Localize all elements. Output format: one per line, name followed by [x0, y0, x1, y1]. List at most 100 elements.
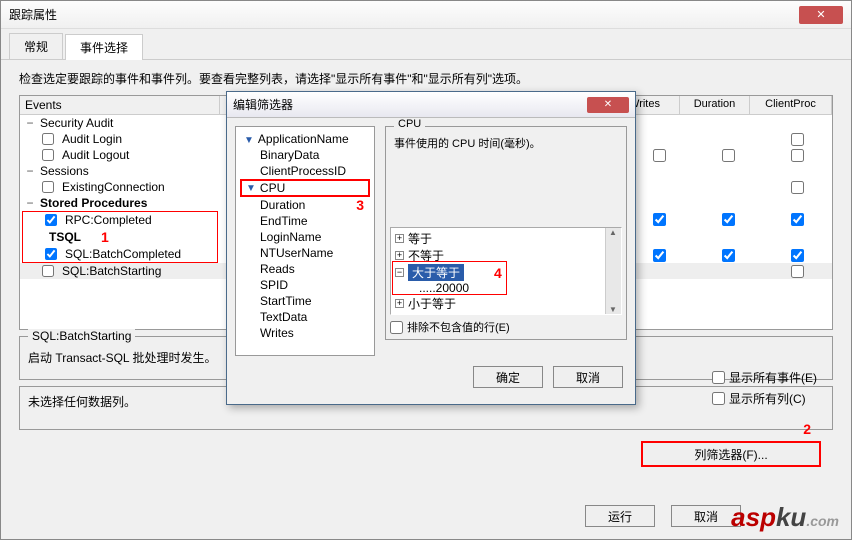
label-sessions: Sessions	[36, 164, 89, 178]
run-button[interactable]: 运行	[585, 505, 655, 527]
tree-eq[interactable]: +等于	[393, 230, 619, 247]
checkbox-show-all-cols[interactable]	[712, 392, 725, 405]
show-all-cols-option[interactable]: 显示所有列(C)	[712, 390, 817, 407]
collapse-icon[interactable]: −	[24, 196, 36, 210]
filter-dialog: 编辑筛选器 ✕ ▼ApplicationName BinaryData Clie…	[226, 91, 636, 405]
col-duration[interactable]: Duration	[680, 96, 750, 114]
tree-lte[interactable]: +小于等于	[393, 295, 619, 312]
list-item[interactable]: ClientProcessID	[240, 163, 370, 179]
unselected-text: 未选择任何数据列。	[28, 395, 136, 409]
tree-neq[interactable]: +不等于	[393, 247, 619, 264]
list-item[interactable]: TextData	[240, 309, 370, 325]
gte-label: 大于等于	[408, 264, 464, 281]
cancel-label: 取消	[576, 369, 600, 386]
funnel-icon: ▼	[244, 135, 254, 146]
row-tsql[interactable]: TSQL 1	[23, 228, 217, 246]
list-item[interactable]: EndTime	[240, 213, 370, 229]
list-item[interactable]: StartTime	[240, 293, 370, 309]
tab-general-label: 常规	[24, 40, 48, 54]
row-rpc-completed[interactable]: RPC:Completed	[23, 212, 217, 228]
chk[interactable]	[722, 149, 735, 162]
list-item[interactable]: Duration3	[240, 197, 370, 213]
chk[interactable]	[653, 213, 666, 226]
filter-tree[interactable]: +等于 +不等于 −大于等于4 .....20000 +小于等于	[390, 227, 622, 315]
checkbox-audit-login[interactable]	[42, 133, 54, 145]
list-item[interactable]: ▼ApplicationName	[240, 131, 370, 147]
gte-value: 20000	[436, 281, 469, 295]
label-audit-login: Audit Login	[58, 132, 122, 146]
col-events[interactable]: Events	[20, 96, 220, 114]
close-icon[interactable]: ✕	[799, 6, 843, 24]
checkbox-exclude[interactable]	[390, 321, 403, 334]
checkbox-show-all-events[interactable]	[712, 371, 725, 384]
list-item[interactable]: SPID	[240, 277, 370, 293]
exclude-label: 排除不包含值的行(E)	[407, 319, 510, 335]
checkbox-audit-logout[interactable]	[42, 149, 54, 161]
column-filter-button[interactable]: 列筛选器(F)...	[641, 441, 821, 467]
tab-events[interactable]: 事件选择	[65, 34, 143, 60]
label-show-all-cols: 显示所有列(C)	[729, 390, 806, 407]
main-window: 跟踪属性 ✕ 常规 事件选择 检查选定要跟踪的事件和事件列。要查看完整列表，请选…	[0, 0, 852, 540]
annotation-2: 2	[803, 421, 811, 437]
watermark: aspku.com	[731, 502, 839, 533]
right-options: 显示所有事件(E) 显示所有列(C)	[712, 369, 817, 407]
dialog-right: CPU 事件使用的 CPU 时间(毫秒)。 +等于 +不等于 −大于等于4 ..…	[385, 126, 627, 356]
chk[interactable]	[791, 149, 804, 162]
ok-label: 确定	[496, 369, 520, 386]
window-title: 跟踪属性	[9, 6, 57, 23]
filter-column-list[interactable]: ▼ApplicationName BinaryData ClientProces…	[235, 126, 375, 356]
collapse-icon[interactable]: −	[395, 268, 404, 277]
chk[interactable]	[653, 149, 666, 162]
dialog-buttons: 确定 取消	[227, 364, 635, 396]
dialog-titlebar: 编辑筛选器 ✕	[227, 92, 635, 118]
expand-icon[interactable]: +	[395, 251, 404, 260]
tree-gte-value[interactable]: .....20000	[393, 281, 619, 295]
label-audit-logout: Audit Logout	[58, 148, 129, 162]
filter-desc: 事件使用的 CPU 时间(毫秒)。	[390, 131, 622, 227]
chk[interactable]	[653, 249, 666, 262]
chk[interactable]	[791, 249, 804, 262]
checkbox-rpc-completed[interactable]	[45, 214, 57, 226]
label-tsql: TSQL	[45, 230, 81, 244]
label-stored-procs: Stored Procedures	[36, 196, 147, 210]
col-clientproc[interactable]: ClientProc	[750, 96, 832, 114]
label-show-all-events: 显示所有事件(E)	[729, 369, 817, 386]
chk[interactable]	[791, 265, 804, 278]
chk[interactable]	[791, 181, 804, 194]
tab-events-label: 事件选择	[80, 41, 128, 55]
titlebar: 跟踪属性 ✕	[1, 1, 851, 29]
list-item[interactable]: Reads	[240, 261, 370, 277]
label-sql-batch-starting: SQL:BatchStarting	[58, 264, 161, 278]
collapse-icon[interactable]: −	[24, 164, 36, 178]
tabs: 常规 事件选择	[1, 29, 851, 60]
tab-general[interactable]: 常规	[9, 33, 63, 59]
collapse-icon[interactable]: −	[24, 116, 36, 130]
list-item[interactable]: Writes	[240, 325, 370, 341]
list-item[interactable]: NTUserName	[240, 245, 370, 261]
list-item[interactable]: LoginName	[240, 229, 370, 245]
cancel-button[interactable]: 取消	[553, 366, 623, 388]
expand-icon[interactable]: +	[395, 299, 404, 308]
chk[interactable]	[791, 133, 804, 146]
row-sql-batch-completed[interactable]: SQL:BatchCompleted	[23, 246, 217, 262]
list-item[interactable]: BinaryData	[240, 147, 370, 163]
checkbox-sql-batch-starting[interactable]	[42, 265, 54, 277]
dialog-close-icon[interactable]: ✕	[587, 97, 629, 113]
chk[interactable]	[791, 213, 804, 226]
show-all-events-option[interactable]: 显示所有事件(E)	[712, 369, 817, 386]
chk[interactable]	[722, 213, 735, 226]
dialog-body: ▼ApplicationName BinaryData ClientProces…	[227, 118, 635, 364]
tree-gte[interactable]: −大于等于4	[393, 264, 619, 281]
annotation-1: 1	[101, 229, 109, 245]
exclude-row[interactable]: 排除不包含值的行(E)	[390, 319, 622, 335]
funnel-icon: ▼	[246, 183, 256, 194]
dialog-title: 编辑筛选器	[233, 96, 293, 113]
checkbox-sql-batch-completed[interactable]	[45, 248, 57, 260]
scrollbar[interactable]	[605, 228, 621, 314]
ok-button[interactable]: 确定	[473, 366, 543, 388]
checkbox-existing-conn[interactable]	[42, 181, 54, 193]
label-existing-conn: ExistingConnection	[58, 180, 165, 194]
list-item-cpu[interactable]: ▼CPU	[240, 179, 370, 197]
chk[interactable]	[722, 249, 735, 262]
expand-icon[interactable]: +	[395, 234, 404, 243]
